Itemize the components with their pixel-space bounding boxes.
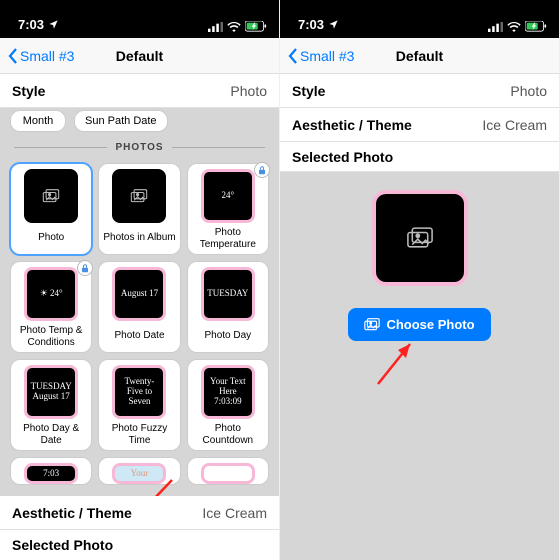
style-row[interactable]: Style Photo	[0, 74, 279, 108]
choose-photo-label: Choose Photo	[386, 317, 474, 332]
card-label: Photo Countdown	[192, 423, 264, 446]
thumb-album	[112, 169, 166, 223]
bottom-rows: Aesthetic / Theme Ice Cream Selected Pho…	[0, 496, 279, 560]
selected-photo-row[interactable]: Selected Photo	[0, 530, 279, 560]
chip-month[interactable]: Month	[10, 110, 66, 132]
back-label: Small #3	[20, 48, 74, 64]
style-scroll-area[interactable]: Month Sun Path Date PHOTOS Photo Photos …	[0, 108, 279, 560]
card-label: Photo	[38, 227, 64, 249]
location-icon	[328, 19, 339, 30]
wifi-icon	[507, 22, 521, 32]
status-time: 7:03	[18, 17, 44, 32]
aesthetic-row[interactable]: Aesthetic / Theme Ice Cream	[280, 108, 559, 142]
style-value: Photo	[510, 83, 547, 99]
aesthetic-label: Aesthetic / Theme	[292, 117, 412, 133]
selected-photo-label: Selected Photo	[292, 149, 393, 165]
status-bar: 7:03	[280, 0, 559, 38]
aesthetic-row[interactable]: Aesthetic / Theme Ice Cream	[0, 496, 279, 530]
photos-icon	[42, 189, 60, 203]
card-label: Photos in Album	[103, 227, 175, 249]
thumb-countdown: Your Text Here 7:03:09	[201, 365, 255, 419]
thumb-extra3	[201, 463, 255, 484]
photos-divider: PHOTOS	[0, 138, 279, 157]
style-row[interactable]: Style Photo	[280, 74, 559, 108]
lock-icon	[77, 260, 93, 276]
aesthetic-label: Aesthetic / Theme	[12, 505, 132, 521]
status-bar: 7:03	[0, 0, 279, 38]
card-label: Photo Date	[114, 325, 164, 347]
chevron-left-icon	[8, 48, 18, 64]
photo-style-grid: Photo Photos in Album 24° Photo Temperat…	[0, 157, 279, 491]
card-extra-1[interactable]: 7:03	[10, 457, 92, 485]
phone-right: 7:03 Small #3 Default Style Photo Aesthe…	[280, 0, 560, 560]
card-extra-3[interactable]	[187, 457, 269, 485]
style-value: Photo	[230, 83, 267, 99]
card-label: Photo Fuzzy Time	[103, 423, 175, 446]
card-photo-day-date[interactable]: TUESDAY August 17 Photo Day & Date	[10, 359, 92, 451]
wifi-icon	[227, 22, 241, 32]
aesthetic-value: Ice Cream	[202, 505, 267, 521]
card-photo-date[interactable]: August 17 Photo Date	[98, 261, 180, 353]
thumb-temp-cond: ☀ 24°	[24, 267, 78, 321]
signal-icon	[208, 22, 223, 32]
chip-sunpath[interactable]: Sun Path Date	[74, 110, 168, 132]
selected-photo-header: Selected Photo	[280, 142, 559, 172]
style-label: Style	[292, 83, 325, 99]
phone-left: 7:03 Small #3 Default Style Photo Month …	[0, 0, 280, 560]
annotation-arrow	[368, 332, 428, 392]
card-photo-day[interactable]: TUESDAY Photo Day	[187, 261, 269, 353]
style-label: Style	[12, 83, 45, 99]
back-button[interactable]: Small #3	[288, 48, 354, 64]
aesthetic-value: Ice Cream	[482, 117, 547, 133]
card-label: Photo Day & Date	[15, 423, 87, 446]
card-label: Photo Temperature	[192, 227, 264, 250]
status-time: 7:03	[298, 17, 324, 32]
photos-icon	[130, 189, 148, 203]
back-label: Small #3	[300, 48, 354, 64]
nav-bar: Small #3 Default	[0, 38, 279, 74]
thumb-date: August 17	[112, 267, 166, 321]
back-button[interactable]: Small #3	[8, 48, 74, 64]
card-label: Photo Day	[204, 325, 251, 347]
card-photo-countdown[interactable]: Your Text Here 7:03:09 Photo Countdown	[187, 359, 269, 451]
thumb-day: TUESDAY	[201, 267, 255, 321]
card-photo-temp[interactable]: 24° Photo Temperature	[187, 163, 269, 255]
card-photo-temp-cond[interactable]: ☀ 24° Photo Temp & Conditions	[10, 261, 92, 353]
thumb-fuzzy: Twenty-Five to Seven	[112, 365, 166, 419]
card-extra-2[interactable]: Your	[98, 457, 180, 485]
photos-icon	[364, 318, 380, 331]
card-label: Photo Temp & Conditions	[15, 325, 87, 348]
battery-icon	[525, 21, 547, 32]
choose-photo-button[interactable]: Choose Photo	[348, 308, 490, 341]
card-photo[interactable]: Photo	[10, 163, 92, 255]
card-photo-fuzzy[interactable]: Twenty-Five to Seven Photo Fuzzy Time	[98, 359, 180, 451]
nav-bar: Small #3 Default	[280, 38, 559, 74]
selected-photo-preview[interactable]	[372, 190, 468, 286]
thumb-extra1: 7:03	[24, 463, 78, 484]
card-photos-album[interactable]: Photos in Album	[98, 163, 180, 255]
selected-photo-area: Choose Photo	[280, 172, 559, 560]
thumb-extra2: Your	[112, 463, 166, 484]
battery-icon	[245, 21, 267, 32]
signal-icon	[488, 22, 503, 32]
thumb-temp: 24°	[201, 169, 255, 223]
lock-icon	[254, 162, 270, 178]
chevron-left-icon	[288, 48, 298, 64]
selected-photo-label: Selected Photo	[12, 537, 113, 553]
location-icon	[48, 19, 59, 30]
thumb-photo	[24, 169, 78, 223]
photos-icon	[406, 227, 434, 249]
thumb-day-date: TUESDAY August 17	[24, 365, 78, 419]
